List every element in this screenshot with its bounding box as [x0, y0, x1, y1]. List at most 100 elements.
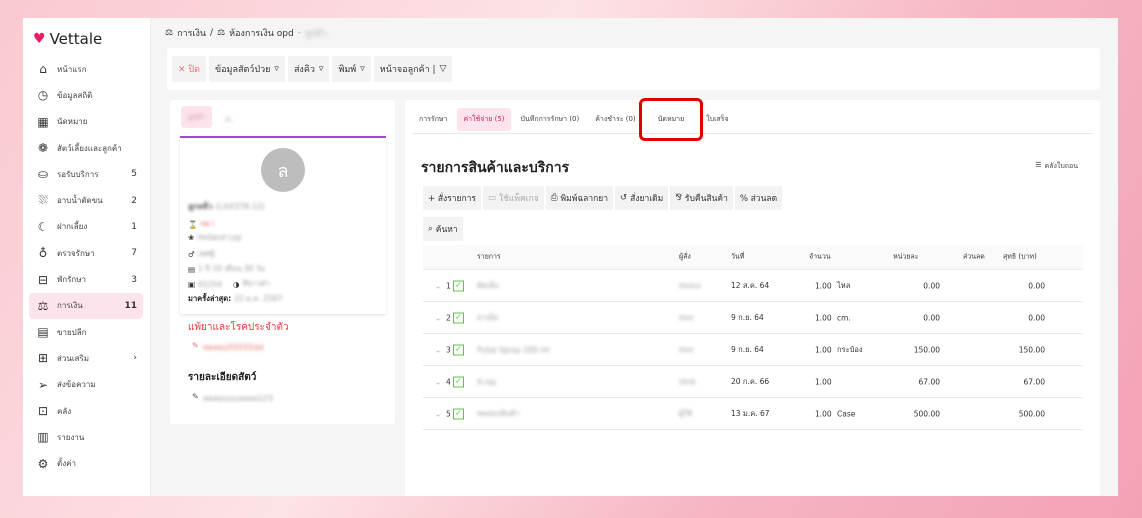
- net-amount: 500.00: [1018, 409, 1045, 418]
- table-row[interactable]: ⌄ 2 ✓ ยาเม็ด หมอ 9 ก.ย. 64 1.00 cm. 0.00…: [423, 302, 1083, 334]
- history-icon: ↺: [620, 193, 628, 203]
- order-date: 9 ก.ย. 64: [731, 312, 764, 322]
- table-row[interactable]: ⌄ 3 ✓ Pulse Spray 200 ml หมอ 9 ก.ย. 64 1…: [423, 334, 1083, 366]
- net-amount: 0.00: [1028, 313, 1045, 322]
- sidebar-item-4[interactable]: ⛀ รอรับบริการ 5: [29, 161, 143, 187]
- cash-register-icon: ▤: [37, 325, 49, 340]
- breadcrumb-finance[interactable]: การเงิน: [177, 26, 206, 40]
- sidebar-item-label: รอรับบริการ: [57, 169, 99, 179]
- bed-icon: ⊟: [37, 272, 49, 287]
- items-table: รายการ ผู้สั่ง วันที่ จำนวน หน่วยละ ส่วน…: [423, 245, 1083, 430]
- sidebar-item-6[interactable]: ☾ ฝากเลี้ยง 1: [29, 214, 143, 240]
- table-row[interactable]: ⌄ 5 ✓ ทดสอบสินค้า ผู้ใช้ 13 ม.ค. 67 1.00…: [423, 398, 1083, 430]
- stock-history-button[interactable]: ☰ คลังใบถอน: [1035, 161, 1078, 172]
- sidebar-item-5[interactable]: ⛆ อาบน้ำตัดขน 2: [29, 187, 143, 213]
- unit-price: 67.00: [918, 377, 940, 386]
- check-icon: ✓: [453, 376, 464, 387]
- breadcrumb-opd[interactable]: ห้องการเงิน opd: [229, 26, 294, 40]
- close-button[interactable]: ✕ ปิด: [172, 56, 206, 82]
- sidebar-item-9[interactable]: ⚖ การเงิน 11: [29, 292, 143, 319]
- breadcrumb-separator: -: [297, 28, 301, 38]
- toolbar: ✕ ปิด ข้อมูลสัตว์ป่วย ▿ ส่งคิว ▿ พิมพ์ ▿ หน…: [167, 48, 1100, 90]
- last-visit-label: มาครั้งล่าสุด:: [188, 294, 232, 303]
- ordered-by: หมอ: [679, 312, 694, 322]
- tab-customer[interactable]: ลูกค้า: [181, 106, 212, 128]
- customer-screen-dropdown[interactable]: หน้าจอลูกค้า | ▽: [373, 56, 453, 82]
- sidebar: ♥ Vettale ⌂ หน้าแรก ◷ ข้อมูลสถิติ ▦ นัดหมาย ❁ สั…: [23, 18, 151, 496]
- logo[interactable]: ♥ Vettale: [33, 30, 102, 48]
- breed-line: ❀ Holland Lop: [188, 233, 242, 242]
- tab-treatment-record[interactable]: บันทึกการรักษา (0): [515, 108, 586, 131]
- expand-chevron-icon[interactable]: ⌄: [435, 409, 441, 418]
- brand-name: Vettale: [49, 30, 103, 48]
- sidebar-item-count: 2: [131, 195, 137, 206]
- print-dropdown[interactable]: พิมพ์ ▿: [332, 56, 371, 82]
- expand-chevron-icon[interactable]: ⌄: [435, 345, 441, 354]
- col-item: รายการ: [477, 252, 501, 261]
- tab-expenses[interactable]: ค่าใช้จ่าย (5): [457, 108, 511, 131]
- print-label-button[interactable]: ⎙ พิมพ์ฉลากยา: [545, 186, 614, 210]
- sidebar-item-12[interactable]: ➢ ส่งข้อความ: [29, 372, 143, 398]
- sidebar-item-13[interactable]: ⊡ คลัง: [29, 398, 143, 424]
- moon-icon: ☾: [37, 219, 49, 234]
- tab-treatment[interactable]: การรักษา: [413, 108, 453, 131]
- check-icon: ✓: [453, 344, 464, 355]
- pet-detail-edit[interactable]: ✎ ทดสอบบบลลลล123: [192, 392, 273, 405]
- table-row[interactable]: ⌄ 1 ✓ ตัดเล็บ หมอเอ 12 ส.ค. 64 1.00 ไหล …: [423, 270, 1083, 302]
- pet-name-line: ลูกหลิ่ว (LX4378-12): [188, 200, 265, 213]
- pet-age: 1 ปี 10 เดือน 30 วัน: [198, 264, 266, 273]
- sidebar-item-10[interactable]: ▤ ขายปลีก: [29, 319, 143, 345]
- reorder-button[interactable]: ↺ สั่งยาเดิม: [615, 186, 669, 210]
- check-icon: ✓: [453, 408, 464, 419]
- search-button[interactable]: ⌕ ค้นหา: [423, 217, 463, 241]
- net-amount: 150.00: [1018, 345, 1045, 354]
- return-button[interactable]: ⅋ รับคืนสินค้า: [670, 186, 733, 210]
- finance-icon: ⚖: [37, 298, 49, 313]
- table-row[interactable]: ⌄ 4 ✓ X-ray Uink 20 ก.ค. 66 1.00 67.00 6…: [423, 366, 1083, 398]
- row-checkbox[interactable]: ✓: [453, 312, 464, 323]
- row-checkbox[interactable]: ✓: [453, 344, 464, 355]
- sidebar-item-1[interactable]: ◷ ข้อมูลสถิติ: [29, 82, 143, 108]
- species-line: ⌛ หมา: [188, 218, 214, 230]
- app-window: ♥ Vettale ⌂ หน้าแรก ◷ ข้อมูลสถิติ ▦ นัดหมาย ❁ สั…: [23, 18, 1118, 496]
- unit-price: 500.00: [913, 409, 940, 418]
- archive-icon: ⊡: [37, 404, 49, 418]
- tab-receipt[interactable]: ใบเสร็จ: [700, 108, 734, 131]
- sidebar-item-15[interactable]: ⚙ ตั้งค่า: [29, 450, 143, 476]
- discount-button[interactable]: % ส่วนลด: [734, 186, 783, 210]
- expand-chevron-icon[interactable]: ⌄: [435, 313, 441, 322]
- allergy-edit[interactable]: ✎ ทดสอบ55555dd: [192, 341, 264, 354]
- tab-label: ลูกค้า: [187, 112, 206, 121]
- pet-code: (LX4378-12): [215, 202, 266, 211]
- queue-dropdown[interactable]: ส่งคิว ▿: [287, 56, 330, 82]
- item-name: ยาเม็ด: [477, 312, 498, 322]
- sidebar-item-7[interactable]: ♁ ตรวจรักษา 7: [29, 240, 143, 266]
- pet-detail-value: ทดสอบบบลลลล123: [202, 394, 273, 403]
- sidebar-item-11[interactable]: ⊞ ส่วนเสริม ›: [29, 345, 143, 371]
- chip-line: ▣ 01254 ◑ สีขาวดำ: [188, 278, 270, 290]
- sidebar-item-8[interactable]: ⊟ พักรักษา 3: [29, 266, 143, 292]
- expand-chevron-icon[interactable]: ⌄: [435, 281, 441, 290]
- send-icon: ➢: [37, 377, 49, 392]
- tab-appointment[interactable]: นัดหมาย: [638, 98, 704, 141]
- item-name: ตัดเล็บ: [477, 280, 499, 290]
- order-item-button[interactable]: + สั่งรายการ: [423, 186, 481, 210]
- row-checkbox[interactable]: ✓: [453, 408, 464, 419]
- tab-outstanding[interactable]: ค้างชำระ (0): [589, 108, 641, 131]
- col-date: วันที่: [731, 252, 745, 261]
- sidebar-item-3[interactable]: ❁ สัตว์เลี้ยงและลูกค้า: [29, 135, 143, 161]
- sidebar-item-14[interactable]: ▥ รายงาน: [29, 424, 143, 450]
- row-checkbox[interactable]: ✓: [453, 280, 464, 291]
- row-checkbox[interactable]: ✓: [453, 376, 464, 387]
- chart-icon: ▥: [37, 430, 49, 445]
- net-amount: 67.00: [1023, 377, 1045, 386]
- sidebar-item-2[interactable]: ▦ นัดหมาย: [29, 109, 143, 135]
- pet-info-dropdown[interactable]: ข้อมูลสัตว์ป่วย ▿: [208, 56, 285, 82]
- palette-icon: ◑: [232, 279, 240, 289]
- pet-detail-heading: รายละเอียดสัตว์: [188, 372, 257, 383]
- tab-second[interactable]: ค.: [225, 112, 234, 126]
- expand-chevron-icon[interactable]: ⌄: [435, 377, 441, 386]
- use-package-button[interactable]: ▭ ใช้แพ็คเกจ: [482, 186, 544, 210]
- ordered-by: Uink: [679, 377, 696, 386]
- sidebar-item-0[interactable]: ⌂ หน้าแรก: [29, 56, 143, 82]
